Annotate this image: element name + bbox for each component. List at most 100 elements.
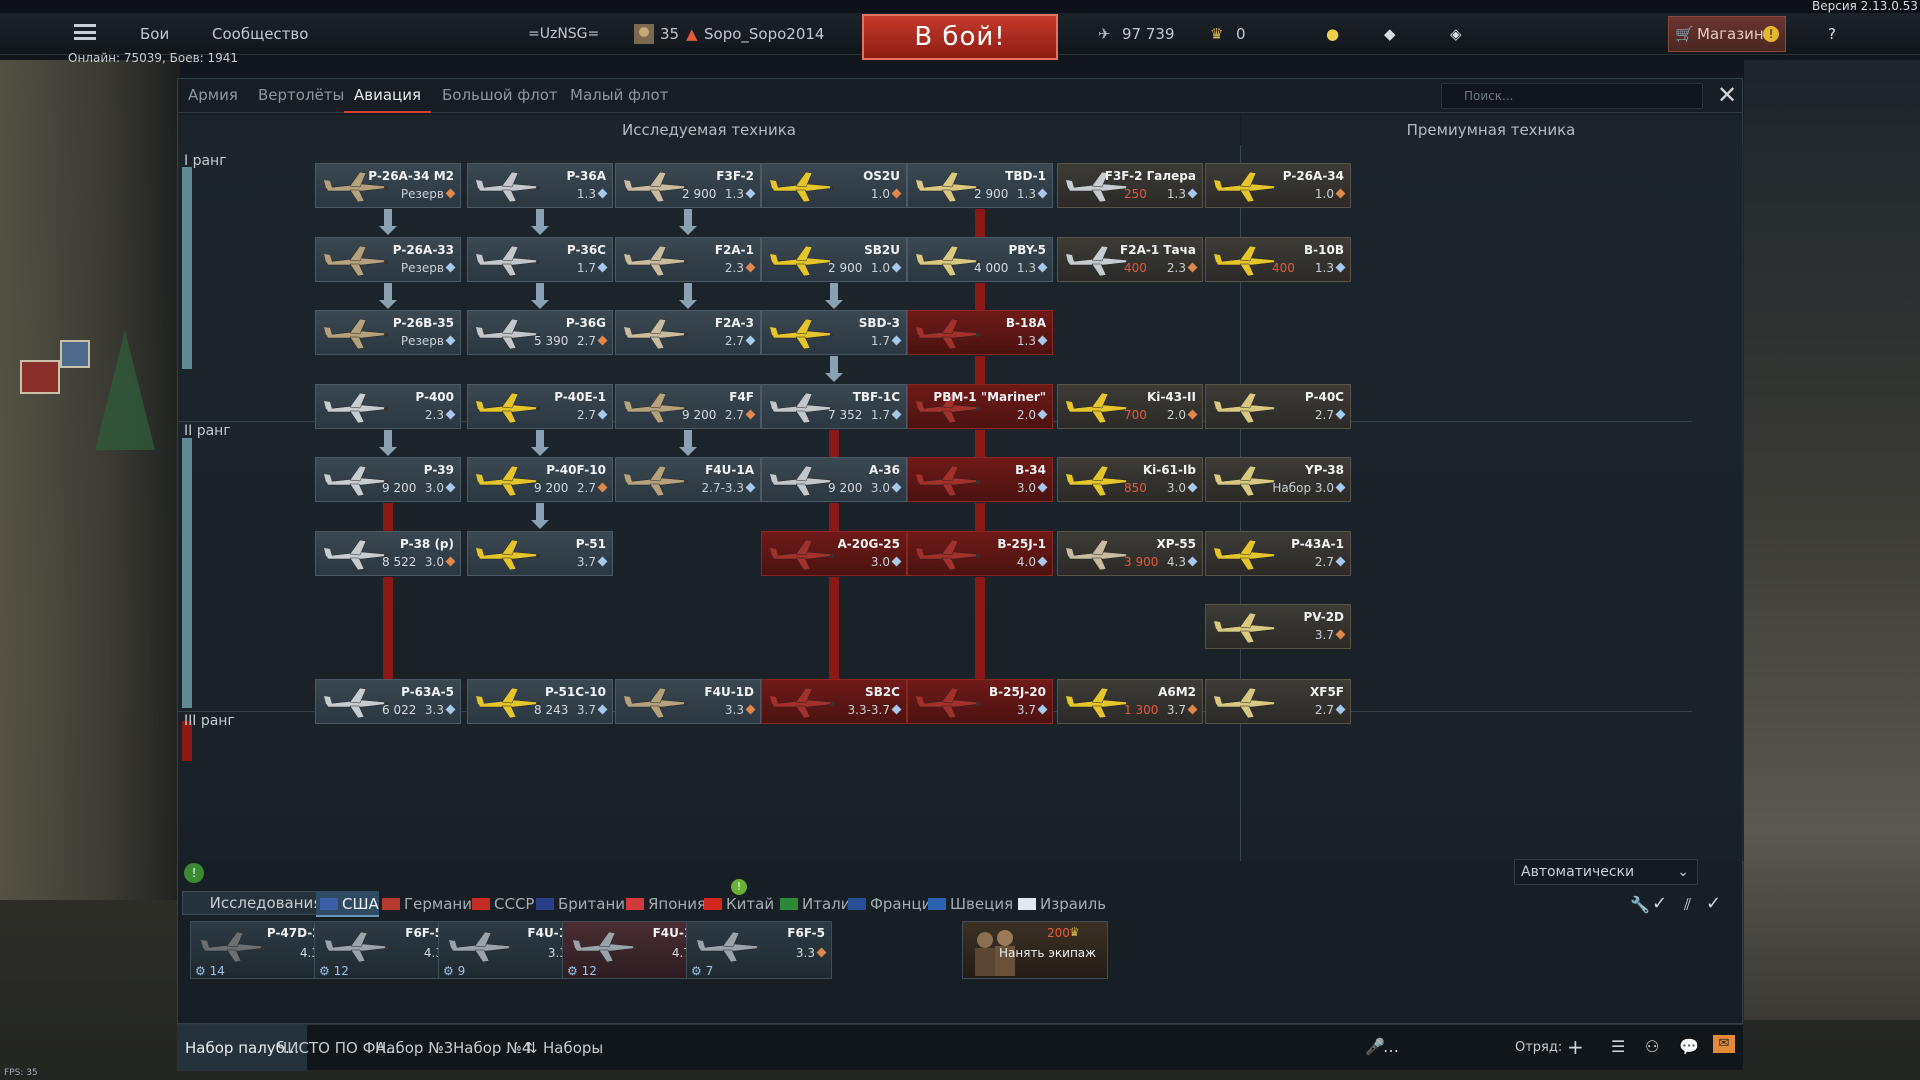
vehicle-tree[interactable]: I ранг II ранг III ранг P-26A-34 M2 Резер… (178, 145, 1744, 861)
vehicle-card[interactable]: Ki-43-II 2.0 700 (1057, 384, 1203, 429)
vehicle-card[interactable]: F4U-1A 2.7-3.3 (615, 457, 761, 502)
research-mode-select[interactable]: Автоматически ⌄ (1514, 859, 1698, 885)
vehicle-card[interactable]: A-36 3.0 9 200 (761, 457, 907, 502)
vehicle-card[interactable]: OS2U 1.0 (761, 163, 907, 208)
vehicle-card[interactable]: B-25J-20 3.7 (907, 679, 1053, 724)
to-battle-button[interactable]: В бой! (862, 14, 1058, 60)
vehicle-card[interactable]: P-26A-34 M2 Резерв (315, 163, 461, 208)
plane-icon (474, 391, 544, 425)
vehicle-card[interactable]: P-36A 1.3 (467, 163, 613, 208)
vehicle-card[interactable]: F4F 2.7 9 200 (615, 384, 761, 429)
vehicle-card[interactable]: P-26B-35 Резерв (315, 310, 461, 355)
nation-tab[interactable]: Япония (622, 891, 706, 917)
lightbulb-icon[interactable]: ● (1326, 13, 1339, 55)
vehicle-card[interactable]: P-36C 1.7 (467, 237, 613, 282)
ticket-icon[interactable]: ◈ (1450, 13, 1462, 55)
vehicle-cost: 9 200 (682, 408, 717, 422)
vehicle-card[interactable]: Ki-61-Ib 3.0 850 (1057, 457, 1203, 502)
hire-crew-slot[interactable]: 200 ♛ Нанять экипаж (962, 921, 1108, 979)
vehicle-card[interactable]: P-40E-1 2.7 (467, 384, 613, 429)
vehicle-card[interactable]: YP-38 Набор 3.0 (1205, 457, 1351, 502)
vehicle-card[interactable]: P-26A-33 Резерв (315, 237, 461, 282)
nation-tab[interactable]: США (316, 891, 379, 917)
community-menu[interactable]: Сообщество (212, 13, 308, 55)
vehicle-card[interactable]: P-51C-10 3.7 8 243 (467, 679, 613, 724)
shop-button[interactable]: Магазин 🛒! (1668, 16, 1786, 52)
research-alert-icon[interactable]: ! (184, 863, 204, 883)
crew-slot[interactable]: F6F-5 3.3 ⚙ 7 (686, 921, 832, 979)
nation-tab[interactable]: Британия (532, 891, 634, 917)
vehicle-card[interactable]: P-40F-10 2.7 9 200 (467, 457, 613, 502)
vehicle-card[interactable]: B-34 3.0 (907, 457, 1053, 502)
list-icon[interactable]: ☰ (1611, 1037, 1625, 1056)
nation-tab[interactable]: СССР (468, 891, 534, 917)
golden-eagles-count[interactable]: 0 (1236, 13, 1246, 55)
close-icon[interactable]: ✕ (1713, 81, 1741, 109)
vehicle-card[interactable]: P-26A-34 1.0 (1205, 163, 1351, 208)
vehicle-card[interactable]: P-38 (p) 3.0 8 522 (315, 531, 461, 576)
vehicle-card[interactable]: F2A-3 2.7 (615, 310, 761, 355)
vehicle-card[interactable]: XP-55 4.3 3 900 (1057, 531, 1203, 576)
check-icon[interactable]: ✓ (1706, 893, 1721, 914)
diamond-icon[interactable]: ◆ (1384, 13, 1396, 55)
vehicle-card[interactable]: B-10B 1.3 400 (1205, 237, 1351, 282)
vehicle-card[interactable]: B-18A 1.3 (907, 310, 1053, 355)
add-squad-icon[interactable]: + (1567, 1035, 1584, 1059)
help-icon[interactable]: ? (1828, 13, 1836, 55)
tab-aviation[interactable]: Авиация (344, 79, 432, 113)
vehicle-card[interactable]: P-63A-5 3.3 6 022 (315, 679, 461, 724)
tab-army[interactable]: Армия (188, 79, 238, 113)
vehicle-name: XF5F (1310, 685, 1344, 699)
squadron-tag[interactable]: =UzNSG= (528, 13, 599, 55)
vehicle-card[interactable]: P-36G 2.7 5 390 (467, 310, 613, 355)
vehicle-card[interactable]: PV-2D 3.7 (1205, 604, 1351, 649)
vehicle-card[interactable]: SBD-3 1.7 (761, 310, 907, 355)
vehicle-card[interactable]: TBD-1 1.3 2 900 (907, 163, 1053, 208)
vehicle-card[interactable]: P-43A-1 2.7 (1205, 531, 1351, 576)
vehicle-card[interactable]: P-51 3.7 (467, 531, 613, 576)
vehicle-card[interactable]: P-40C 2.7 (1205, 384, 1351, 429)
vehicle-br: 2.7 (725, 334, 756, 348)
vehicle-card[interactable]: F3F-2 1.3 2 900 (615, 163, 761, 208)
avatar[interactable] (634, 13, 654, 55)
vehicle-card[interactable]: XF5F 2.7 (1205, 679, 1351, 724)
vehicle-card[interactable]: TBF-1C 1.7 7 352 (761, 384, 907, 429)
vehicle-br: 2.0 (1017, 408, 1048, 422)
microphone-icon[interactable]: 🎤 (1365, 1037, 1385, 1056)
vehicle-card[interactable]: F3F-2 Галера 1.3 250 (1057, 163, 1203, 208)
nation-tab[interactable]: Швеция (924, 891, 1013, 917)
search-input[interactable]: Поиск... (1441, 83, 1703, 109)
vehicle-card[interactable]: PBY-5 1.3 4 000 (907, 237, 1053, 282)
nation-tab[interactable]: Китай (700, 891, 774, 917)
tab-coastal-fleet[interactable]: Малый флот (570, 79, 668, 113)
tree-arrow (679, 209, 697, 235)
vehicle-card[interactable]: P-39 3.0 9 200 (315, 457, 461, 502)
vehicle-card[interactable]: B-25J-1 4.0 (907, 531, 1053, 576)
rank-label-2: II ранг (184, 423, 231, 439)
vehicle-card[interactable]: A-20G-25 3.0 (761, 531, 907, 576)
vehicle-card[interactable]: A6M2 3.7 1 300 (1057, 679, 1203, 724)
vehicle-name: B-10B (1304, 243, 1344, 257)
nation-tab[interactable]: Израиль (1014, 891, 1106, 917)
vehicle-card[interactable]: F4U-1D 3.3 (615, 679, 761, 724)
vehicle-card[interactable]: F2A-1 Тача 2.3 400 (1057, 237, 1203, 282)
hamburger-menu-icon[interactable] (74, 24, 96, 40)
nation-tab[interactable]: Германия (378, 891, 481, 917)
silver-lions-count[interactable]: 97 739 (1122, 13, 1175, 55)
battles-menu[interactable]: Бои (140, 13, 169, 55)
vehicle-card[interactable]: PBM-1 "Mariner" 2.0 (907, 384, 1053, 429)
chat-icon[interactable]: 💬 (1679, 1037, 1699, 1056)
vehicle-card[interactable]: P-400 2.3 (315, 384, 461, 429)
vehicle-card[interactable]: SB2C 3.3-3.7 (761, 679, 907, 724)
vehicle-card[interactable]: SB2U 1.0 2 900 (761, 237, 907, 282)
mail-icon[interactable]: ✉ (1713, 1035, 1735, 1053)
vehicle-card[interactable]: F2A-1 2.3 (615, 237, 761, 282)
tab-bluewater-fleet[interactable]: Большой флот (442, 79, 558, 113)
check-icon[interactable]: ✓ (1652, 893, 1667, 914)
presets-button[interactable]: ⇅ Наборы (519, 1025, 611, 1071)
tab-helicopters[interactable]: Вертолёты (258, 79, 344, 113)
ammo-icon[interactable]: ⫽ (1684, 895, 1691, 915)
friends-icon[interactable]: ⚇ (1645, 1037, 1659, 1056)
player-name[interactable]: Sopo_Sopo2014 (704, 13, 824, 55)
wrench-icon[interactable]: 🔧 (1630, 895, 1650, 914)
